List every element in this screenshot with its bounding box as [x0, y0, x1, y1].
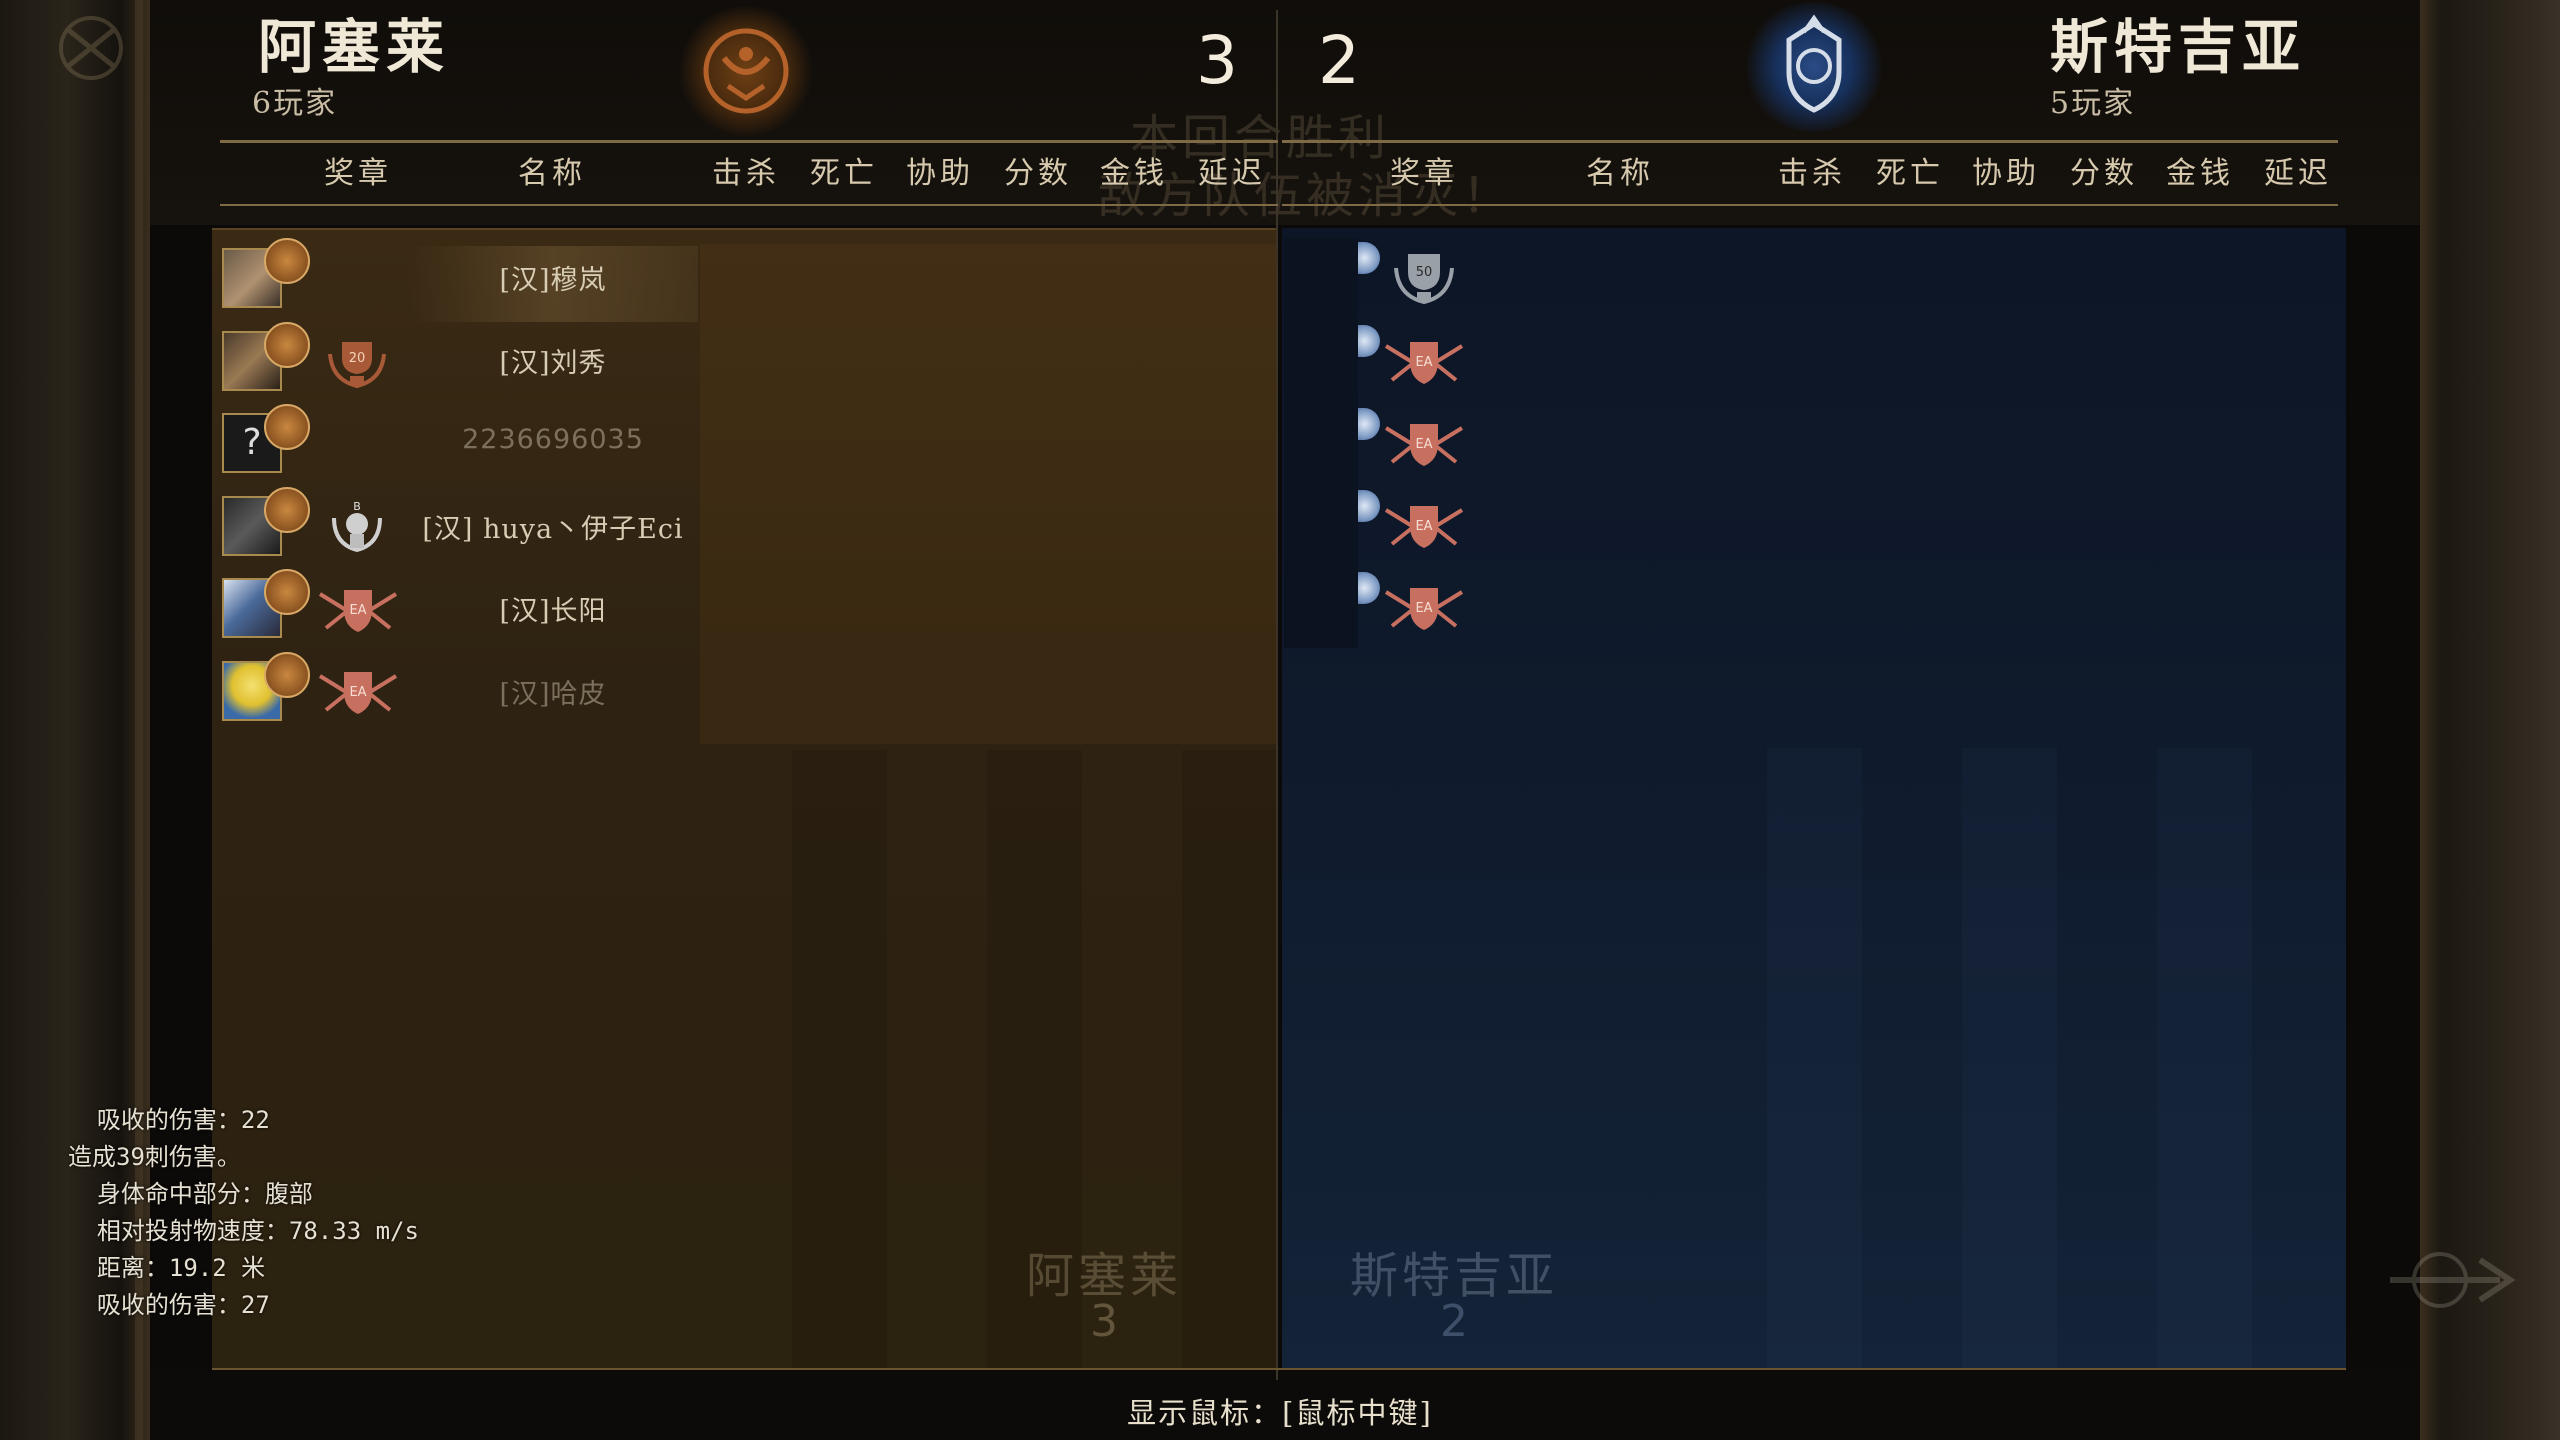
right-team-emblem	[1744, 2, 1884, 132]
ea-shield-medal-icon: EA	[316, 580, 400, 644]
panel-stripe	[1767, 748, 1862, 1368]
right-header-underline	[1282, 204, 2338, 206]
ea-shield-medal-icon: EA	[1382, 578, 1466, 642]
medal-number: 20	[349, 351, 366, 366]
left-header-line	[220, 140, 1278, 143]
col-kills-right[interactable]: 击杀	[1778, 148, 1846, 192]
col-name-right[interactable]: 名称	[1586, 148, 1654, 192]
right-player-count: 5玩家	[2050, 86, 2136, 121]
combat-log-line: 身体命中部分：腹部	[68, 1180, 313, 1208]
ea-shield-medal-icon: EA	[1382, 414, 1466, 478]
col-name-left[interactable]: 名称	[518, 148, 586, 192]
col-deaths-right[interactable]: 死亡	[1876, 148, 1944, 192]
right-frame	[2420, 0, 2560, 1440]
left-team-name: 阿塞莱	[258, 13, 451, 81]
panel-stripe	[2157, 748, 2252, 1368]
player-name[interactable]: [汉] huya丶伊子Eci	[408, 507, 698, 546]
wolf-crest-icon	[1786, 14, 1842, 113]
player-name[interactable]: [汉]刘秀	[408, 341, 698, 380]
medal-number: 50	[1416, 265, 1433, 280]
rank-badge-icon	[264, 404, 310, 450]
bottom-right-team-score: 2	[1440, 1296, 1468, 1347]
left-stats-area	[700, 244, 1278, 744]
player-name[interactable]: [汉]穆岚	[408, 258, 698, 297]
right-team-panel	[1282, 228, 2346, 1368]
right-header-line	[1282, 140, 2338, 143]
laurel-medal-icon: B	[322, 498, 392, 562]
combat-log-line: 造成39刺伤害。	[68, 1143, 241, 1171]
rank-badge-icon	[264, 652, 310, 698]
show-cursor-hint: 显示鼠标：[鼠标中键]	[1127, 1396, 1433, 1430]
medal-label: EA	[1415, 519, 1432, 534]
rank-badge-icon	[264, 238, 310, 284]
ea-shield-medal-icon: EA	[316, 662, 400, 726]
team-divider	[1276, 10, 1278, 1380]
arrow-hud-icon	[2380, 1230, 2530, 1330]
medal-label: EA	[349, 685, 366, 700]
col-deaths-left[interactable]: 死亡	[810, 148, 878, 192]
trophy-medal-icon: 50	[1386, 248, 1462, 314]
col-score-left[interactable]: 分数	[1004, 148, 1072, 192]
col-ping-left[interactable]: 延迟	[1198, 148, 1266, 192]
panel-stripe	[1182, 750, 1277, 1370]
medal-label: EA	[1415, 437, 1432, 452]
left-header-underline	[220, 204, 1278, 206]
trophy-medal-icon: 20	[322, 334, 392, 398]
ea-shield-medal-icon: EA	[1382, 332, 1466, 396]
medal-letter: B	[353, 500, 361, 513]
combat-log-line: 吸收的伤害：27	[68, 1291, 270, 1319]
ea-shield-medal-icon: EA	[1382, 496, 1466, 560]
left-team-score: 3	[1196, 22, 1238, 99]
right-avatar-column	[1284, 238, 1358, 648]
combat-log-line: 相对投射物速度：78.33 m/s	[68, 1217, 419, 1245]
col-medal-right[interactable]: 奖章	[1390, 148, 1458, 192]
rank-badge-icon	[264, 569, 310, 615]
corner-crest-icon	[46, 8, 136, 98]
player-name[interactable]: [汉]哈皮	[408, 672, 698, 711]
medal-label: EA	[1415, 601, 1432, 616]
col-gold-right[interactable]: 金钱	[2166, 148, 2234, 192]
col-ping-right[interactable]: 延迟	[2264, 148, 2332, 192]
col-kills-left[interactable]: 击杀	[712, 148, 780, 192]
combat-log-line: 吸收的伤害：22	[68, 1106, 270, 1134]
col-gold-left[interactable]: 金钱	[1100, 148, 1168, 192]
rank-badge-icon	[264, 487, 310, 533]
rank-badge-icon	[264, 322, 310, 368]
col-medal-left[interactable]: 奖章	[324, 148, 392, 192]
bottom-left-team-score: 3	[1090, 1296, 1118, 1347]
combat-log-line: 距离：19.2 米	[68, 1254, 266, 1282]
medal-label: EA	[349, 603, 366, 618]
panel-stripe	[792, 750, 887, 1370]
player-name[interactable]: 2236696035	[408, 424, 698, 455]
col-score-right[interactable]: 分数	[2070, 148, 2138, 192]
panel-stripe	[1962, 748, 2057, 1368]
col-assists-right[interactable]: 协助	[1972, 148, 2040, 192]
medal-label: EA	[1415, 355, 1432, 370]
player-name[interactable]: [汉]长阳	[408, 589, 698, 628]
left-team-emblem	[676, 6, 816, 136]
left-player-count: 6玩家	[252, 86, 338, 121]
panel-bottom-line	[212, 1368, 2346, 1370]
col-assists-left[interactable]: 协助	[906, 148, 974, 192]
right-team-score: 2	[1318, 22, 1360, 99]
sun-crest-icon	[703, 28, 789, 114]
right-team-name: 斯特吉亚	[2050, 13, 2307, 81]
